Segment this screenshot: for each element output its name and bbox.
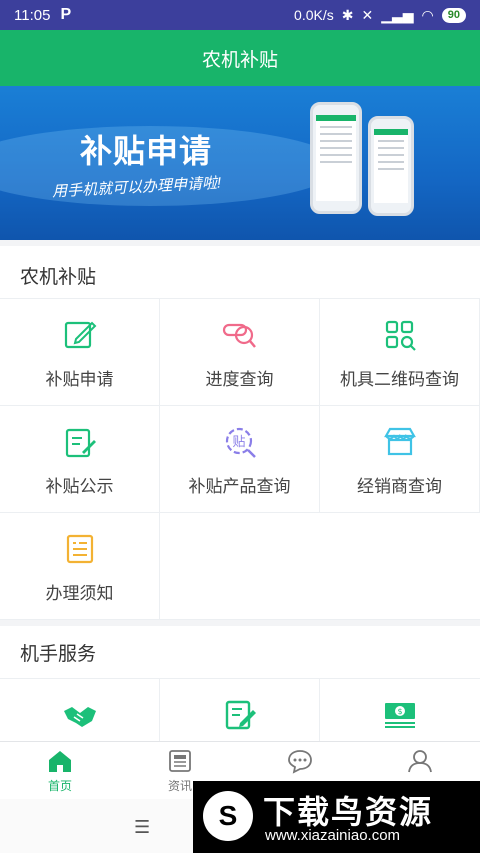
store-icon [383, 427, 416, 456]
grid-item-subsidy-notice[interactable]: 补贴公示 [0, 406, 160, 513]
grid-item-operator-3[interactable]: $ [320, 679, 480, 741]
watermark: S 下载鸟资源 www.xiazainiao.com [193, 781, 480, 853]
grid-item-label: 办理须知 [45, 584, 114, 603]
mute-icon: ✕ [361, 6, 374, 23]
status-bar: 11:05 P 0.0K/s ✱ ✕ ▁▃▅ ◠ 90 [0, 0, 480, 30]
promo-banner[interactable]: 补贴申请 用手机就可以办理申请啦! [0, 86, 480, 240]
network-speed: 0.0K/s [294, 7, 334, 23]
subsidy-grid: 补贴申请 进度查询 机具二维码查询 补贴公示 贴 补贴产品查询 经销商查询 办理… [0, 298, 480, 620]
handshake-icon [63, 707, 96, 727]
tab-label: 首页 [47, 779, 72, 793]
watermark-logo: S [203, 791, 253, 841]
grid-item-label: 补贴公示 [45, 477, 114, 496]
grid-item-subsidy-apply[interactable]: 补贴申请 [0, 299, 160, 406]
message-icon [288, 750, 312, 774]
menu-icon[interactable]: ☰ [134, 817, 150, 838]
grid-item-progress[interactable]: 进度查询 [160, 299, 320, 406]
grid-item-label: 经销商查询 [357, 477, 442, 496]
qr-code-icon [385, 320, 416, 351]
section-title-text: 农机补贴 [20, 266, 97, 288]
tab-home[interactable]: 首页 [0, 742, 120, 800]
grid-item-operator-2[interactable] [160, 679, 320, 741]
grid-item-label: 机具二维码查询 [340, 370, 459, 389]
signal-icon: ▁▃▅ [381, 6, 414, 23]
section-title-operator: 机手服务 [0, 626, 480, 678]
grid-item-label: 进度查询 [205, 370, 274, 389]
svg-text:贴: 贴 [232, 435, 245, 450]
news-icon [169, 750, 191, 772]
edit-icon [64, 321, 96, 349]
watermark-url: www.xiazainiao.com [265, 827, 401, 844]
status-time: 11:05 [14, 6, 51, 24]
bluetooth-icon: ✱ [341, 6, 354, 23]
grid-item-dealer-query[interactable]: 经销商查询 [320, 406, 480, 513]
form-icon [225, 700, 256, 730]
svg-text:$: $ [397, 707, 402, 716]
page-title: 农机补贴 [201, 49, 278, 71]
search-progress-icon [222, 323, 256, 348]
grid-item-operator-1[interactable] [0, 679, 160, 741]
notice-icon [65, 428, 96, 458]
operator-grid: $ [0, 678, 480, 741]
section-title-subsidy: 农机补贴 [0, 246, 480, 304]
grid-item-label: 补贴产品查询 [188, 477, 291, 496]
grid-empty-cell [320, 513, 480, 620]
grid-item-guide[interactable]: 办理须知 [0, 513, 160, 620]
battery-indicator: 90 [441, 7, 466, 23]
grid-item-product-query[interactable]: 贴 补贴产品查询 [160, 406, 320, 513]
phone-illustration [310, 102, 362, 214]
product-search-icon: 贴 [225, 427, 256, 458]
phone-illustration [368, 116, 414, 216]
grid-empty-cell [160, 513, 320, 620]
user-icon [408, 750, 432, 773]
guide-icon [66, 534, 93, 564]
app-header: 农机补贴 [0, 30, 480, 86]
banner-title: 补贴申请 [80, 133, 213, 169]
section-title-text: 机手服务 [20, 643, 97, 665]
money-icon: $ [385, 703, 415, 728]
app-notification-icon: P [60, 6, 72, 23]
home-icon [49, 751, 71, 772]
grid-item-qr-query[interactable]: 机具二维码查询 [320, 299, 480, 406]
tab-label: 资讯 [167, 779, 192, 793]
wifi-icon: ◠ [421, 6, 434, 23]
grid-item-label: 补贴申请 [45, 370, 114, 389]
